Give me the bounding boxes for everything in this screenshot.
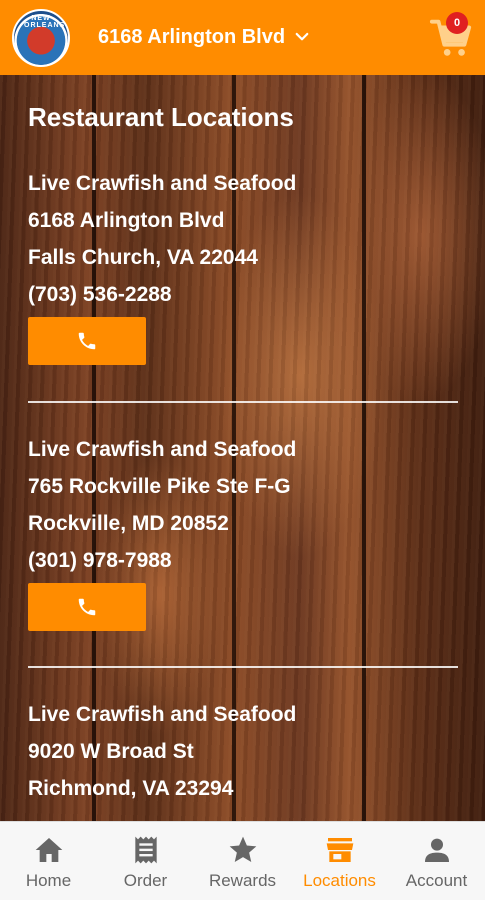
location-card: Live Crawfish and Seafood 9020 W Broad S… [28, 696, 468, 807]
star-icon [229, 836, 256, 862]
phone-icon [78, 598, 96, 616]
bottom-navigation: Home Order Rewards Locations Account [0, 821, 485, 900]
receipt-icon [134, 836, 157, 864]
location-street: 765 Rockville Pike Ste F-G [28, 475, 291, 498]
nav-label: Locations [303, 871, 376, 890]
nav-item-locations[interactable]: Locations [291, 822, 388, 900]
phone-icon [78, 332, 96, 350]
cart-button[interactable]: 0 [428, 12, 474, 60]
nav-label: Order [123, 871, 168, 890]
location-card: Live Crawfish and Seafood 6168 Arlington… [28, 165, 468, 365]
person-icon [424, 838, 449, 862]
nav-label: Rewards [208, 871, 277, 890]
chevron-down-icon [295, 32, 309, 41]
location-city: Rockville, MD 20852 [28, 512, 229, 535]
locations-content: Restaurant Locations Live Crawfish and S… [0, 75, 485, 821]
location-street: 6168 Arlington Blvd [28, 209, 225, 232]
home-icon [35, 838, 62, 862]
nav-label: Home [25, 871, 72, 890]
nav-item-account[interactable]: Account [388, 822, 485, 900]
store-icon [326, 838, 353, 862]
logo-text: NEW ORLEANS [24, 15, 66, 29]
divider [28, 401, 458, 403]
location-name: Live Crawfish and Seafood [28, 172, 297, 195]
divider [28, 666, 458, 668]
nav-item-rewards[interactable]: Rewards [194, 822, 291, 900]
call-button[interactable] [28, 317, 146, 365]
page-title: Restaurant Locations [28, 102, 294, 132]
nav-item-order[interactable]: Order [97, 822, 194, 900]
location-phone: (703) 536-2288 [28, 283, 172, 306]
nav-label: Account [405, 871, 468, 890]
location-street: 9020 W Broad St [28, 740, 194, 763]
location-city: Falls Church, VA 22044 [28, 246, 258, 269]
cart-count-badge: 0 [446, 12, 468, 34]
location-city: Richmond, VA 23294 [28, 777, 234, 800]
app-header: NEW ORLEANS 6168 Arlington Blvd 0 [0, 0, 485, 75]
location-card: Live Crawfish and Seafood 765 Rockville … [28, 431, 468, 631]
call-button[interactable] [28, 583, 146, 631]
nav-item-home[interactable]: Home [0, 822, 97, 900]
selected-location-label: 6168 Arlington Blvd [98, 25, 286, 48]
location-name: Live Crawfish and Seafood [28, 703, 297, 726]
brand-logo[interactable]: NEW ORLEANS [12, 9, 70, 67]
location-phone: (301) 978-7988 [28, 549, 172, 572]
location-selector[interactable]: 6168 Arlington Blvd [98, 22, 311, 52]
location-name: Live Crawfish and Seafood [28, 438, 297, 461]
